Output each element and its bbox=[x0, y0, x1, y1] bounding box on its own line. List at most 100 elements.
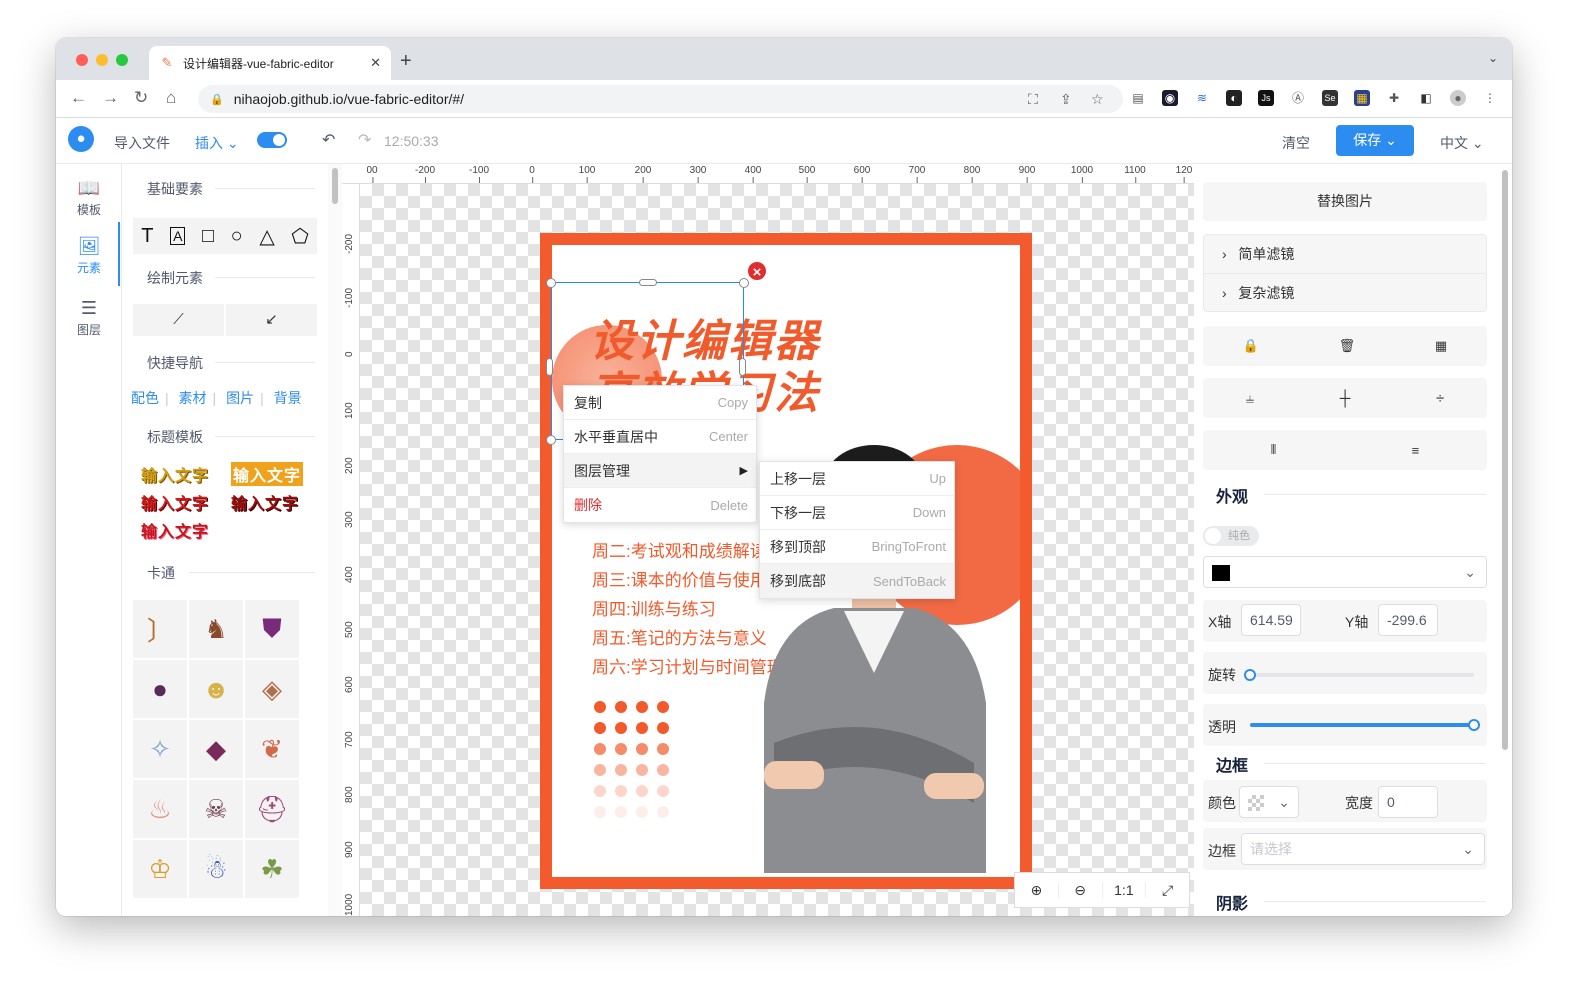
quick-link-colors[interactable]: 配色 bbox=[131, 390, 159, 406]
simple-filter-panel[interactable]: › 简单滤镜 bbox=[1204, 235, 1486, 274]
new-tab-button[interactable]: + bbox=[400, 50, 412, 73]
title-template-2[interactable]: 输入文字 bbox=[231, 462, 304, 486]
king-sticker-icon[interactable]: ♔ bbox=[133, 840, 187, 898]
border-color-picker[interactable]: ⌄ bbox=[1239, 786, 1299, 818]
delete-object-icon[interactable]: × bbox=[746, 260, 768, 282]
title-template-3[interactable]: 输入文字 bbox=[141, 490, 209, 514]
board-sticker-icon[interactable]: ◈ bbox=[245, 660, 299, 718]
profile-icon[interactable]: ● bbox=[1450, 90, 1466, 106]
fit-screen-icon[interactable]: ⤢ bbox=[1146, 882, 1189, 899]
title-template-1[interactable]: 输入文字 bbox=[141, 462, 209, 486]
rotate-slider[interactable] bbox=[1250, 673, 1474, 677]
textbox-tool-icon[interactable]: A bbox=[170, 227, 186, 245]
title-template-4[interactable]: 输入文字 bbox=[231, 490, 299, 514]
resize-handle[interactable] bbox=[546, 435, 556, 445]
align-middle-icon[interactable]: ┼ bbox=[1340, 390, 1351, 407]
copy-icon[interactable]: ▦ bbox=[1435, 338, 1447, 354]
clear-button[interactable]: 清空 bbox=[1282, 133, 1310, 153]
translate-icon[interactable]: ⛶ bbox=[1028, 91, 1038, 108]
share-icon[interactable]: ⇪ bbox=[1060, 91, 1072, 108]
left-panel-scrollbar[interactable] bbox=[328, 164, 342, 916]
meat-sticker-icon[interactable]: ❦ bbox=[245, 720, 299, 778]
submenu-item-back[interactable]: 移到底部 SendToBack bbox=[760, 564, 954, 598]
color-extension-icon[interactable]: ▦ bbox=[1354, 90, 1370, 106]
reader-icon[interactable]: ▤ bbox=[1130, 90, 1146, 106]
url-field[interactable]: 🔒 nihaojob.github.io/vue-fabric-editor/#… bbox=[198, 85, 1123, 113]
quick-link-materials[interactable]: 素材 bbox=[179, 390, 207, 406]
chevron-down-icon[interactable]: ⌄ bbox=[1488, 51, 1498, 65]
title-template-5[interactable]: 输入文字 bbox=[141, 518, 209, 542]
tab-close-icon[interactable]: ✕ bbox=[370, 55, 381, 71]
resize-handle[interactable] bbox=[546, 278, 556, 288]
line-tool-icon[interactable]: ⟋ bbox=[133, 304, 224, 336]
more-icon[interactable]: ⋮ bbox=[1482, 90, 1498, 106]
forward-icon[interactable]: → bbox=[102, 88, 119, 108]
ruler-toggle[interactable] bbox=[257, 132, 287, 148]
nav-layers[interactable]: ☰ 图层 bbox=[56, 298, 122, 338]
submenu-item-front[interactable]: 移到顶部 BringToFront bbox=[760, 530, 954, 564]
js-extension-icon[interactable]: Js bbox=[1258, 90, 1274, 106]
puzzle-icon[interactable]: ✚ bbox=[1386, 90, 1402, 106]
centaur-sticker-icon[interactable]: ♞ bbox=[189, 600, 243, 658]
border-width-input[interactable]: 0 bbox=[1378, 786, 1438, 818]
back-icon[interactable]: ← bbox=[70, 88, 87, 108]
quick-link-images[interactable]: 图片 bbox=[226, 390, 254, 406]
distribute-horizontal-icon[interactable]: ⫴ bbox=[1271, 442, 1276, 458]
duck-sticker-icon[interactable]: ☃ bbox=[189, 840, 243, 898]
sidepanel-icon[interactable]: ◧ bbox=[1418, 90, 1434, 106]
align-bottom-icon[interactable]: ÷ bbox=[1436, 390, 1444, 407]
zoom-out-icon[interactable]: ⊖ bbox=[1059, 881, 1103, 899]
glasses-extension-icon[interactable]: ◐ bbox=[1226, 90, 1242, 106]
canvas-workspace[interactable]: 设计编辑器 高效学习法 周二:考试观和成绩解读 周三:课本的价值与使用 周四:训… bbox=[360, 184, 1194, 916]
circle-tool-icon[interactable]: ○ bbox=[231, 225, 243, 248]
insert-dropdown[interactable]: 插入 ⌄ bbox=[195, 133, 239, 153]
star-icon[interactable]: ☆ bbox=[1091, 91, 1104, 108]
elf-sticker-icon[interactable]: ☻ bbox=[189, 660, 243, 718]
close-window-button[interactable] bbox=[76, 54, 88, 66]
polygon-tool-icon[interactable]: ⬠ bbox=[291, 224, 308, 249]
language-dropdown[interactable]: 中文 ⌄ bbox=[1440, 133, 1484, 153]
layers-extension-icon[interactable]: ≋ bbox=[1194, 90, 1210, 106]
fairy-sticker-icon[interactable]: ✧ bbox=[133, 720, 187, 778]
resize-handle[interactable] bbox=[639, 279, 657, 286]
github-icon[interactable]: ● bbox=[68, 126, 94, 152]
resize-handle[interactable] bbox=[739, 358, 746, 376]
lock-icon[interactable]: 🔒 bbox=[1243, 338, 1259, 354]
resize-handle[interactable] bbox=[546, 358, 553, 376]
rotate-slider-knob[interactable] bbox=[1244, 669, 1256, 681]
y-input[interactable]: -299.6 bbox=[1378, 604, 1438, 636]
x-input[interactable]: 614.59 bbox=[1241, 604, 1301, 636]
menu-item-center[interactable]: 水平垂直居中 Center bbox=[564, 420, 756, 454]
zoom-reset-button[interactable]: 1:1 bbox=[1103, 882, 1147, 898]
knight-sticker-icon[interactable]: ⛑ bbox=[245, 780, 299, 838]
triangle-tool-icon[interactable]: △ bbox=[259, 224, 274, 249]
zoom-in-icon[interactable]: ⊕ bbox=[1015, 881, 1059, 899]
arrow-tool-icon[interactable]: ↙ bbox=[226, 304, 317, 336]
font-extension-icon[interactable]: Ⓐ bbox=[1290, 90, 1306, 106]
eggplant-sticker-icon[interactable]: ● bbox=[133, 660, 187, 718]
bow-sticker-icon[interactable]: 〕 bbox=[133, 600, 187, 658]
menu-item-layer[interactable]: 图层管理 ▶ bbox=[564, 454, 756, 488]
menu-item-delete[interactable]: 删除 Delete bbox=[564, 488, 756, 522]
align-top-icon[interactable]: ⫨ bbox=[1246, 390, 1254, 407]
fill-color-select[interactable]: ⌄ bbox=[1203, 556, 1487, 588]
opacity-slider-knob[interactable] bbox=[1468, 719, 1480, 731]
submenu-item-down[interactable]: 下移一层 Down bbox=[760, 496, 954, 530]
se-extension-icon[interactable]: Se bbox=[1322, 90, 1338, 106]
undo-icon[interactable]: ↶ bbox=[322, 130, 335, 150]
cat-extension-icon[interactable]: ◉ bbox=[1162, 90, 1178, 106]
quick-link-background[interactable]: 背景 bbox=[274, 390, 302, 406]
reload-icon[interactable]: ↻ bbox=[134, 88, 148, 108]
save-button[interactable]: 保存 ⌄ bbox=[1336, 125, 1414, 156]
import-file-button[interactable]: 导入文件 bbox=[114, 133, 170, 153]
hood-sticker-icon[interactable]: ☠ bbox=[189, 780, 243, 838]
bag-sticker-icon[interactable]: ♨ bbox=[133, 780, 187, 838]
home-icon[interactable]: ⌂ bbox=[166, 88, 176, 108]
rect-tool-icon[interactable]: □ bbox=[202, 225, 214, 248]
text-tool-icon[interactable]: T bbox=[141, 225, 153, 248]
crystal-sticker-icon[interactable]: ◆ bbox=[189, 720, 243, 778]
redo-icon[interactable]: ↷ bbox=[358, 130, 371, 150]
browser-tab[interactable]: ✎ 设计编辑器-vue-fabric-editor ✕ bbox=[149, 46, 391, 80]
armor-sticker-icon[interactable]: ⛊ bbox=[245, 600, 299, 658]
right-panel-scrollbar[interactable] bbox=[1498, 164, 1512, 916]
